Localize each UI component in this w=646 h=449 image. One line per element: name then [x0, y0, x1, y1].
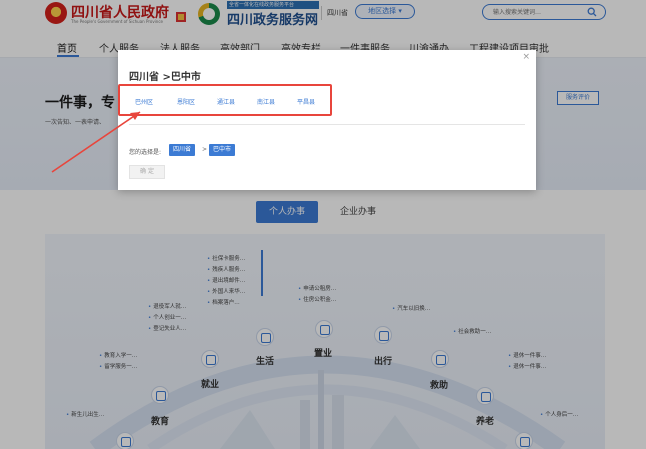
region-select-modal: × 四川省 >巴中市 巴州区 恩阳区 通江县 南江县 平昌县 您的选择是: 四川… — [118, 50, 536, 190]
modal-divider — [129, 124, 525, 125]
confirm-button[interactable]: 确 定 — [129, 165, 165, 179]
modal-breadcrumb: 四川省 >巴中市 — [129, 72, 201, 83]
annotation-box — [118, 84, 332, 116]
chosen-city-chip[interactable]: 巴中市 — [209, 144, 236, 156]
chosen-province-chip[interactable]: 四川省 — [169, 144, 196, 156]
selection-label: 您的选择是: — [129, 149, 162, 156]
close-icon[interactable]: × — [522, 52, 530, 62]
chosen-separator: > — [202, 146, 208, 153]
